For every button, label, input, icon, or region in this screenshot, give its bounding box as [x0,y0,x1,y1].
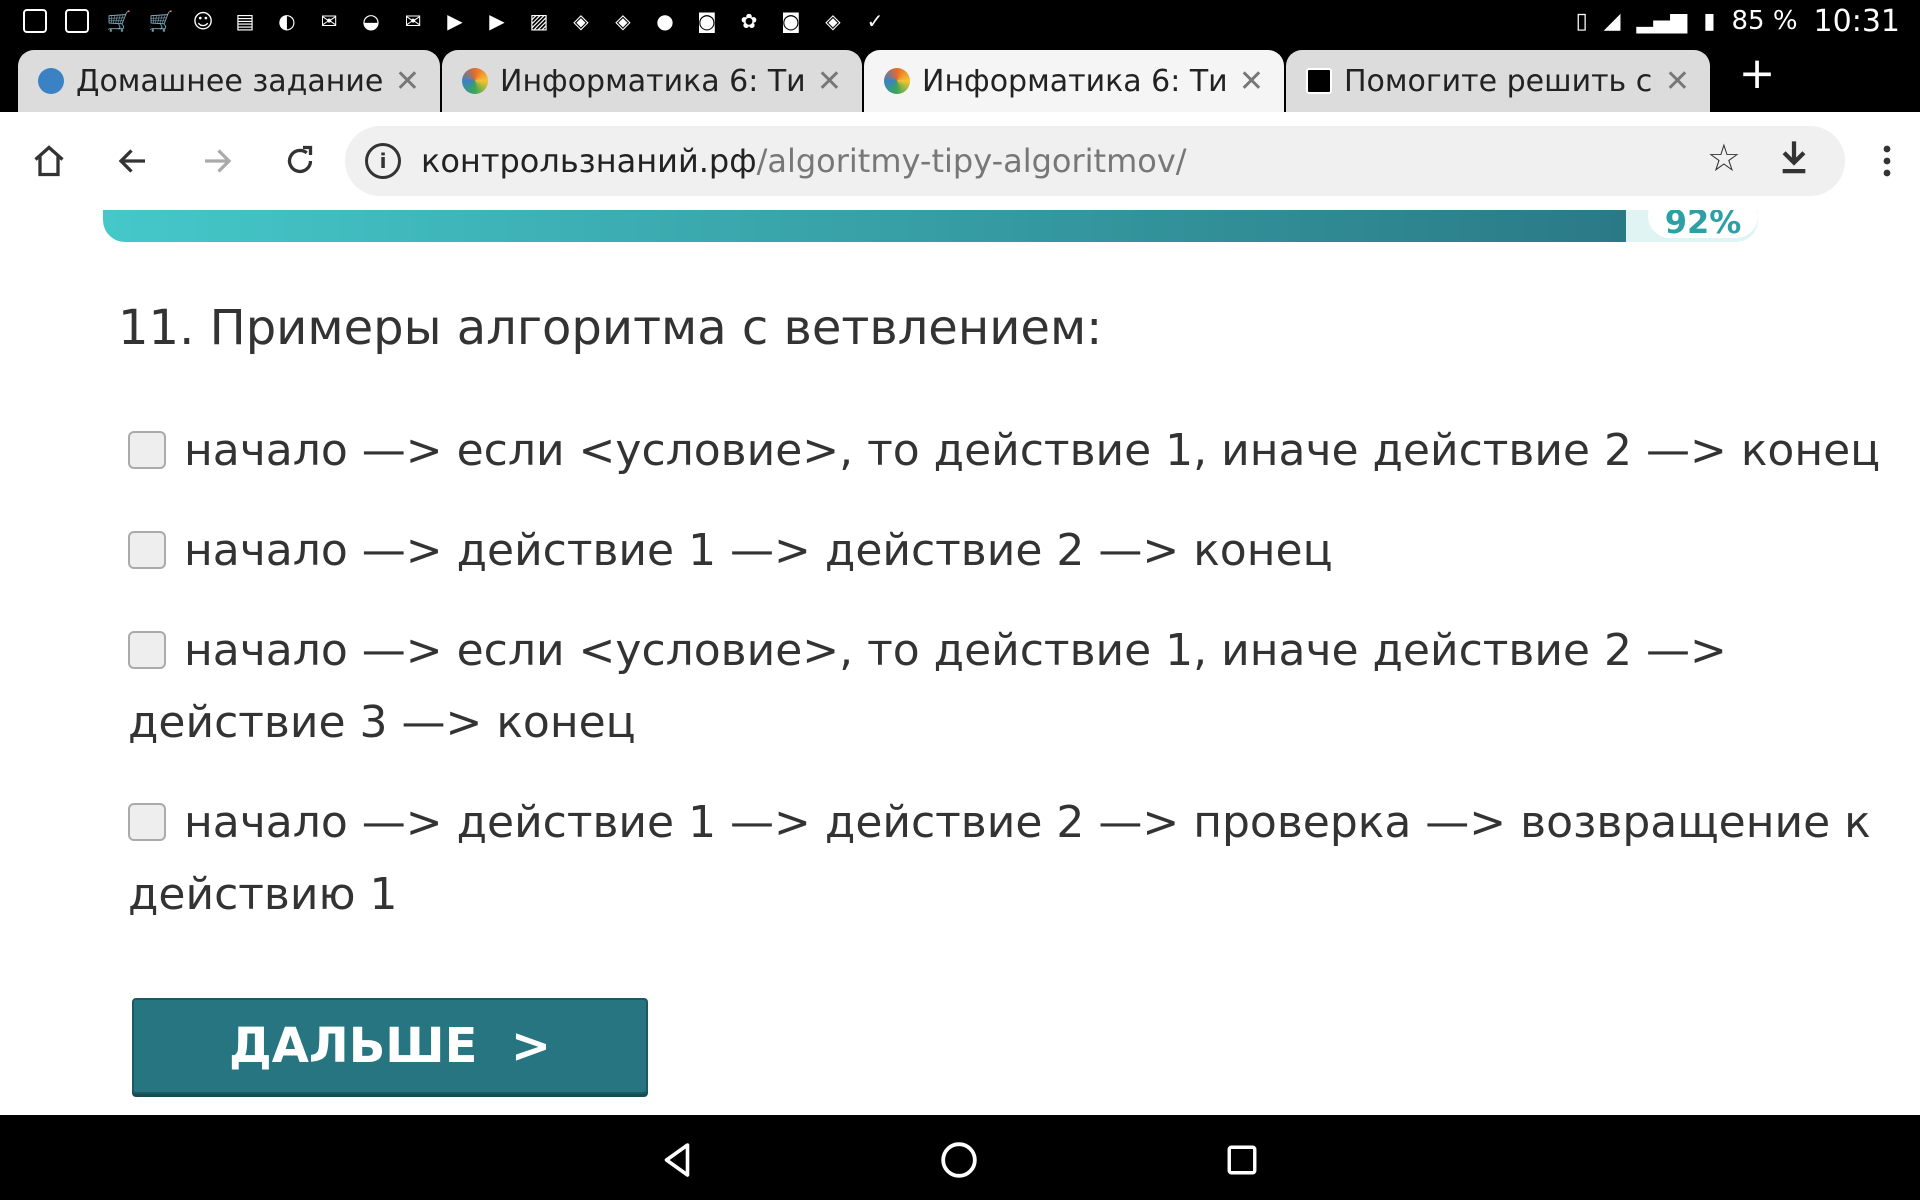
tab-1[interactable]: Информатика 6: Тип ✕ [442,50,862,112]
next-button-label: ДАЛЬШЕ > [228,1018,552,1074]
progress-percent: 92% [1648,210,1758,238]
download-arrow [1782,141,1806,174]
status-bar: 🛒 🛒 ☺ ▤ ◐ ✉ ◒ ✉ ▶ ▶ ▨ ◈ ◈ ● ◙ ✿ ◙ ◈ ✓ ▯ … [0,0,1920,42]
tab-2-active[interactable]: Информатика 6: Тип ✕ [864,50,1284,112]
progress-percent-text: 92% [1664,210,1742,238]
signal-icon: ▂▄▆ [1636,8,1688,34]
nav-recents-button[interactable] [1217,1135,1267,1185]
instagram-icon: ◙ [781,9,801,33]
battery-icon: ▮ [1703,8,1716,34]
shopping-bag-icon [62,6,92,36]
vibrate-icon: ▯ [1575,8,1588,34]
square-recents-icon [1227,1145,1257,1175]
arrow-left-icon [118,149,145,173]
instagram-icon: ◙ [697,9,717,33]
nav-home-button[interactable] [934,1135,984,1185]
progress-fill [103,210,1626,242]
info-icon[interactable]: i [365,143,401,179]
tab-3[interactable]: Помогите решить срс ✕ [1286,50,1710,112]
shield-icon: ◈ [615,9,631,33]
tab-label: Информатика 6: Тип [500,63,807,99]
check-icon: ✓ [866,9,884,33]
message-icon: ● [656,9,674,33]
circle-home-icon [941,1142,977,1178]
answer-option-4[interactable]: начало —> действие 1 —> действие 2 —> пр… [128,787,1888,931]
checkbox[interactable] [128,803,166,841]
clock: 10:31 [1813,3,1900,39]
reload-button[interactable] [273,134,327,188]
url-path: /algoritmy-tipy-algoritmov/ [756,142,1187,180]
system-status: ▯ ◢ ▂▄▆ ▮ 85 % 10:31 [1576,0,1900,42]
close-icon[interactable]: ✕ [1239,64,1264,99]
favicon-icon [462,68,488,94]
tab-0[interactable]: Домашнее задание - ✕ [18,50,440,112]
url-host: контрользнаний.рф [421,142,757,180]
wifi-icon: ◢ [1603,8,1621,34]
home-button[interactable] [22,134,76,188]
app-icon: ▤ [235,9,255,33]
tab-label: Помогите решить срс [1344,63,1655,99]
bookmark-star-icon[interactable]: ☆ [1707,136,1741,180]
answer-text: начало —> если <условие>, то действие 1,… [184,425,1881,476]
answer-option-2[interactable]: начало —> действие 1 —> действие 2 —> ко… [128,515,1888,587]
web-page: 92% 11. Примеры алгоритма с ветвлением: … [0,210,1920,1115]
browser-toolbar: i контрользнаний.рф/algoritmy-tipy-algor… [0,112,1920,211]
youtube-icon: ▶ [447,9,463,33]
answer-option-1[interactable]: начало —> если <условие>, то действие 1,… [128,415,1888,487]
mail-icon: ✉ [404,9,422,33]
menu-button[interactable] [1872,134,1902,188]
checkbox[interactable] [128,631,166,669]
tab-label: Информатика 6: Тип [922,63,1229,99]
close-icon[interactable]: ✕ [817,64,842,99]
answer-text: начало —> если <условие>, то действие 1,… [128,625,1727,748]
next-button[interactable]: ДАЛЬШЕ > [132,998,648,1094]
download-icon[interactable] [1777,138,1811,185]
checkbox[interactable] [128,431,166,469]
notification-icons: 🛒 🛒 ☺ ▤ ◐ ✉ ◒ ✉ ▶ ▶ ▨ ◈ ◈ ● ◙ ✿ ◙ ◈ ✓ [20,6,890,36]
answer-option-3[interactable]: начало —> если <условие>, то действие 1,… [128,615,1888,759]
answer-text: начало —> действие 1 —> действие 2 —> ко… [184,525,1333,576]
battery-percent: 85 % [1731,6,1798,36]
favicon-icon [1306,68,1332,94]
image-icon: ▨ [529,9,549,33]
address-bar[interactable]: i контрользнаний.рф/algoritmy-tipy-algor… [345,126,1845,196]
favicon-icon [884,68,910,94]
nav-back-button[interactable] [652,1135,702,1185]
more-vert-icon [1883,145,1891,177]
close-icon[interactable]: ✕ [1665,64,1690,99]
mail-icon: ✉ [320,9,338,33]
cart-icon: 🛒 [148,9,174,33]
youtube-icon: ▶ [489,9,505,33]
app-icon: ◒ [362,9,380,33]
close-icon[interactable]: ✕ [395,64,420,99]
triangle-back-icon [664,1143,690,1177]
shield-icon: ◈ [825,9,841,33]
back-button[interactable] [106,134,160,188]
answer-text: начало —> действие 1 —> действие 2 —> пр… [128,797,1871,920]
url-text[interactable]: контрользнаний.рф/algoritmy-tipy-algorit… [421,142,1187,180]
forward-button[interactable] [190,134,244,188]
favicon-icon [38,68,64,94]
progress-bar: 92% [103,210,1758,242]
app-icon: ✿ [740,9,758,33]
shield-icon: ◈ [573,9,589,33]
android-nav-bar [0,1115,1920,1200]
tab-label: Домашнее задание - [76,63,385,99]
tab-strip: Домашнее задание - ✕ Информатика 6: Тип … [0,42,1920,112]
answer-list: начало —> если <условие>, то действие 1,… [128,415,1888,959]
checkbox[interactable] [128,531,166,569]
app-icon: ◐ [278,9,296,33]
question-title: 11. Примеры алгоритма с ветвлением: [118,300,1103,356]
reload-icon [287,145,313,174]
cart-icon: 🛒 [106,9,132,33]
shopping-bag-icon [20,6,50,36]
home-icon [34,145,64,177]
app-icon: ☺ [192,9,214,33]
arrow-right-icon [205,149,232,173]
new-tab-button[interactable]: + [1735,52,1779,96]
